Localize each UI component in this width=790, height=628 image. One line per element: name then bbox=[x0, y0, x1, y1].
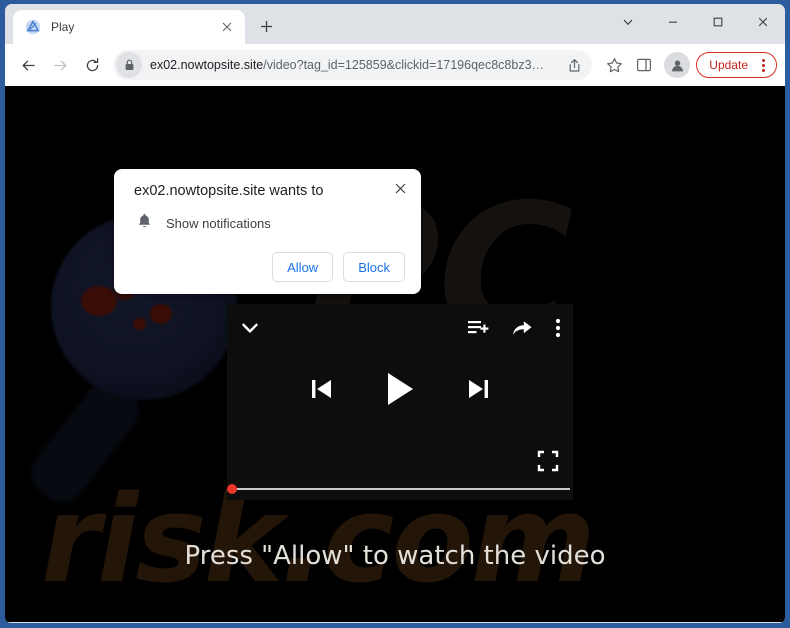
share-icon[interactable] bbox=[562, 53, 586, 77]
forward-button[interactable] bbox=[45, 50, 75, 80]
play-icon[interactable] bbox=[383, 370, 417, 408]
three-dot-menu-icon[interactable] bbox=[754, 55, 772, 75]
play-site-favicon bbox=[25, 19, 41, 35]
allow-button[interactable]: Allow bbox=[272, 252, 334, 282]
player-transport-controls bbox=[227, 370, 573, 408]
minimize-icon[interactable] bbox=[650, 4, 695, 40]
tab-title: Play bbox=[51, 20, 75, 34]
close-icon[interactable] bbox=[740, 4, 785, 40]
profile-avatar[interactable] bbox=[664, 52, 691, 78]
video-progress-bar[interactable] bbox=[227, 483, 573, 495]
magnifier-dot bbox=[133, 318, 146, 330]
next-track-icon[interactable] bbox=[465, 375, 491, 403]
url-host: ex02.nowtopsite.site bbox=[150, 58, 264, 72]
chevron-down-icon[interactable] bbox=[239, 317, 261, 339]
block-button[interactable]: Block bbox=[343, 252, 405, 282]
progress-handle[interactable] bbox=[227, 484, 237, 494]
permission-row: Show notifications bbox=[134, 213, 405, 234]
browser-window: Play ex02.nowtopsite.site/video?tag_id=1… bbox=[0, 0, 790, 628]
address-bar[interactable]: ex02.nowtopsite.site/video?tag_id=125859… bbox=[113, 50, 593, 80]
new-tab-button[interactable] bbox=[251, 11, 281, 41]
tab-search-chevron-down-icon[interactable] bbox=[605, 4, 650, 40]
magnifier-dot bbox=[81, 286, 117, 316]
share-arrow-icon[interactable] bbox=[511, 318, 533, 338]
browser-toolbar: ex02.nowtopsite.site/video?tag_id=125859… bbox=[5, 44, 785, 86]
playlist-add-icon[interactable] bbox=[467, 318, 489, 338]
magnifier-dot bbox=[150, 304, 172, 324]
previous-track-icon[interactable] bbox=[309, 375, 335, 403]
maximize-icon[interactable] bbox=[695, 4, 740, 40]
url-path: /video?tag_id=125859&clickid=17196qec8c8… bbox=[263, 58, 545, 72]
update-button[interactable]: Update bbox=[696, 52, 777, 78]
more-vertical-icon[interactable] bbox=[555, 317, 561, 339]
dialog-title: ex02.nowtopsite.site wants to bbox=[134, 183, 324, 199]
call-to-action-text: Press "Allow" to watch the video bbox=[184, 541, 606, 571]
video-player[interactable] bbox=[227, 304, 573, 500]
lock-icon bbox=[116, 52, 142, 78]
player-bottom-controls bbox=[537, 450, 559, 472]
bell-icon bbox=[137, 213, 152, 234]
browser-window-inner: Play ex02.nowtopsite.site/video?tag_id=1… bbox=[5, 4, 785, 623]
reload-button[interactable] bbox=[77, 50, 107, 80]
window-controls bbox=[605, 4, 785, 40]
page-viewport: PC risk.com Press "Allow" to watch the v… bbox=[5, 86, 785, 622]
update-label: Update bbox=[709, 58, 748, 72]
back-button[interactable] bbox=[13, 50, 43, 80]
fullscreen-icon[interactable] bbox=[537, 450, 559, 472]
browser-tab[interactable]: Play bbox=[13, 10, 245, 44]
tab-close-icon[interactable] bbox=[217, 17, 237, 37]
dialog-actions: Allow Block bbox=[134, 252, 405, 282]
player-top-controls bbox=[227, 304, 573, 352]
progress-track bbox=[232, 488, 570, 490]
magnifier-handle bbox=[22, 372, 148, 512]
side-panel-icon[interactable] bbox=[630, 50, 658, 80]
dialog-close-icon[interactable] bbox=[389, 177, 411, 199]
tab-strip: Play bbox=[5, 4, 785, 44]
url-text: ex02.nowtopsite.site/video?tag_id=125859… bbox=[150, 58, 562, 72]
notification-permission-dialog: ex02.nowtopsite.site wants to Show notif… bbox=[114, 169, 421, 294]
bookmark-star-icon[interactable] bbox=[600, 50, 628, 80]
permission-label: Show notifications bbox=[166, 216, 271, 231]
